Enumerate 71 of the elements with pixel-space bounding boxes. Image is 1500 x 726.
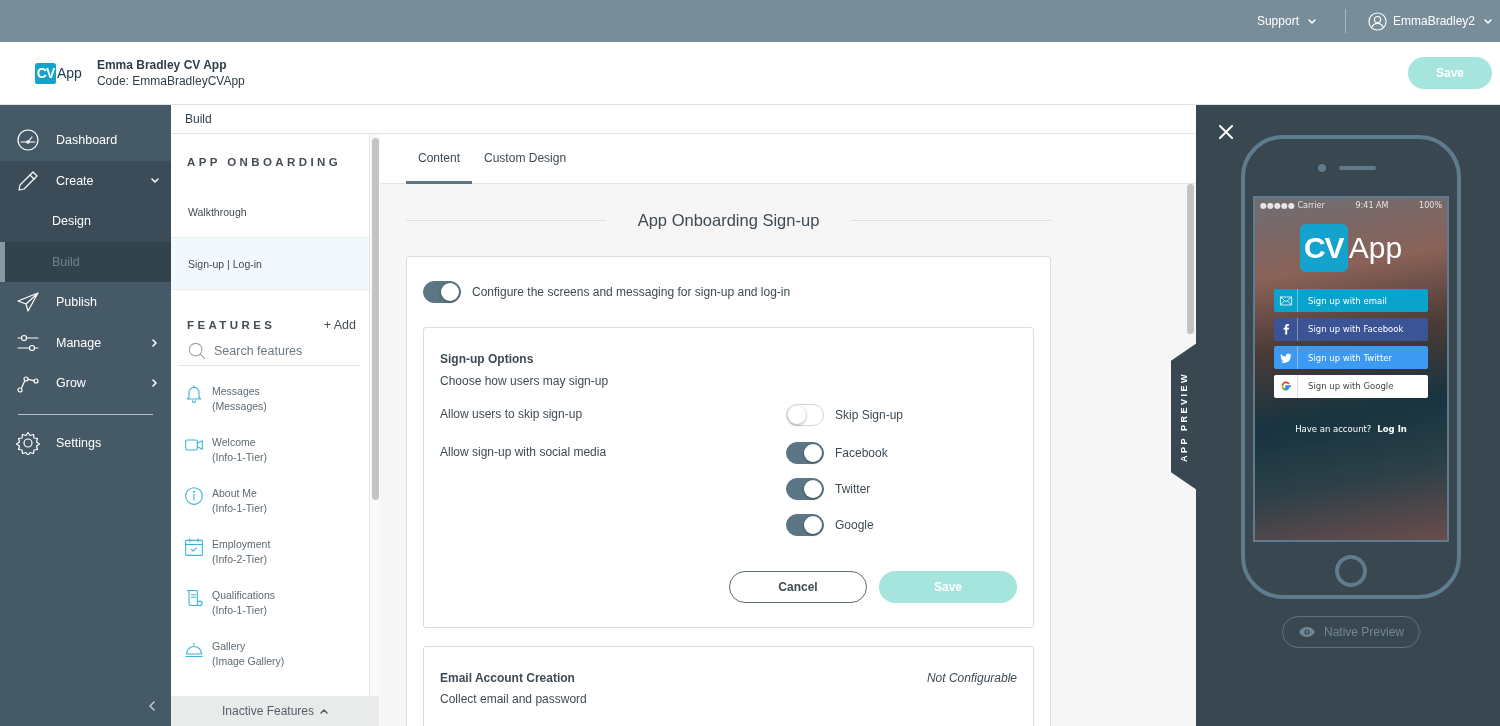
app-code: Code: EmmaBradleyCVApp bbox=[96, 73, 245, 89]
chevron-down-icon bbox=[1484, 18, 1492, 24]
nav-item[interactable]: Dashboard bbox=[0, 120, 171, 161]
scrollbar[interactable] bbox=[1186, 184, 1194, 334]
scroll-icon bbox=[184, 588, 204, 608]
calendar-icon bbox=[184, 537, 204, 557]
toggle-switch[interactable] bbox=[786, 478, 824, 500]
toggle-switch[interactable] bbox=[423, 281, 461, 303]
toggle-label: Skip Sign-up bbox=[835, 408, 904, 422]
card-subtitle: Choose how users may sign-up bbox=[440, 374, 610, 388]
section-title: App Onboarding Sign-up bbox=[637, 210, 820, 230]
app-name: Emma Bradley CV App bbox=[96, 57, 228, 73]
camera-icon bbox=[1318, 163, 1326, 172]
feature-item[interactable]: Messages (Messages) bbox=[171, 374, 369, 425]
card-title: Email Account Creation bbox=[440, 671, 575, 685]
feature-item[interactable]: Employment (Info-2-Tier) bbox=[171, 527, 369, 578]
app-logo: CV App bbox=[35, 62, 82, 84]
cancel-button[interactable]: Cancel bbox=[729, 571, 867, 603]
option-label: Allow sign-up with social media bbox=[440, 444, 608, 461]
preview-logo: CV App bbox=[1299, 224, 1403, 272]
breadcrumb: Build bbox=[185, 112, 212, 126]
signup-button[interactable]: Sign up with Facebook bbox=[1274, 317, 1428, 341]
toggle-label: Google bbox=[835, 518, 874, 532]
chevron-up-icon bbox=[320, 708, 328, 714]
speaker-icon bbox=[1339, 165, 1376, 170]
nav-subitem[interactable]: Design bbox=[0, 201, 171, 242]
feature-item[interactable]: Gallery (Image Gallery) bbox=[171, 629, 369, 680]
toggle-label: Configure the screens and messaging for sign-up and log-in bbox=[472, 285, 791, 299]
bell-icon bbox=[184, 384, 204, 404]
add-link[interactable]: + Add bbox=[323, 318, 356, 332]
chevron-down-icon bbox=[151, 178, 159, 184]
login-link[interactable]: Log In bbox=[1377, 424, 1407, 434]
section-heading: FEATURES bbox=[187, 319, 276, 331]
toggle-label: Twitter bbox=[835, 482, 871, 496]
card-subtitle: Collect email and password bbox=[440, 692, 588, 706]
battery-text: 100% bbox=[1419, 201, 1442, 210]
feature-item[interactable]: Qualifications (Info-1-Tier) bbox=[171, 578, 369, 629]
info-icon bbox=[184, 486, 204, 506]
gauge-icon bbox=[16, 128, 40, 153]
toggle-switch[interactable] bbox=[786, 442, 824, 464]
settings-icon bbox=[16, 430, 40, 455]
tab[interactable]: Content bbox=[406, 134, 473, 184]
tab[interactable]: Custom Design bbox=[472, 134, 579, 184]
chevron-right-icon bbox=[152, 338, 157, 347]
chevron-right-icon bbox=[152, 379, 157, 388]
nav-item[interactable]: Manage bbox=[0, 322, 171, 363]
signup-button[interactable]: Sign up with Google bbox=[1274, 374, 1428, 398]
feature-item[interactable]: Welcome (Info-1-Tier) bbox=[171, 425, 369, 476]
carrier-text: ●●●●● Carrier bbox=[1260, 201, 1325, 210]
close-button[interactable] bbox=[1218, 125, 1234, 141]
scrollbar[interactable] bbox=[371, 138, 379, 500]
nav-item[interactable]: Grow bbox=[0, 363, 171, 404]
close-icon bbox=[1219, 125, 1233, 139]
account-prompt: Have an account? bbox=[1295, 424, 1372, 434]
section-heading: APP ONBOARDING bbox=[187, 156, 342, 168]
nav-item[interactable]: Create bbox=[0, 160, 171, 201]
nav-item[interactable]: Publish bbox=[0, 282, 171, 323]
search-icon bbox=[188, 342, 206, 360]
eye-icon bbox=[1298, 626, 1316, 638]
status-text: Not Configurable bbox=[926, 671, 1017, 685]
option-label: Allow users to skip sign-up bbox=[440, 406, 584, 423]
feature-item[interactable]: About Me (Info-1-Tier) bbox=[171, 476, 369, 527]
card-title: Sign-up Options bbox=[440, 352, 535, 366]
toggle-switch[interactable] bbox=[786, 514, 824, 536]
chevron-down-icon bbox=[1307, 18, 1316, 24]
user-icon bbox=[1367, 11, 1387, 31]
onboarding-item[interactable]: Sign-up | Log-in bbox=[171, 238, 369, 290]
clock-text: 9:41 AM bbox=[1355, 201, 1389, 210]
nav-item[interactable]: Settings bbox=[0, 422, 171, 463]
chevron-left-icon bbox=[149, 701, 155, 711]
toggle-label: Facebook bbox=[835, 446, 888, 460]
